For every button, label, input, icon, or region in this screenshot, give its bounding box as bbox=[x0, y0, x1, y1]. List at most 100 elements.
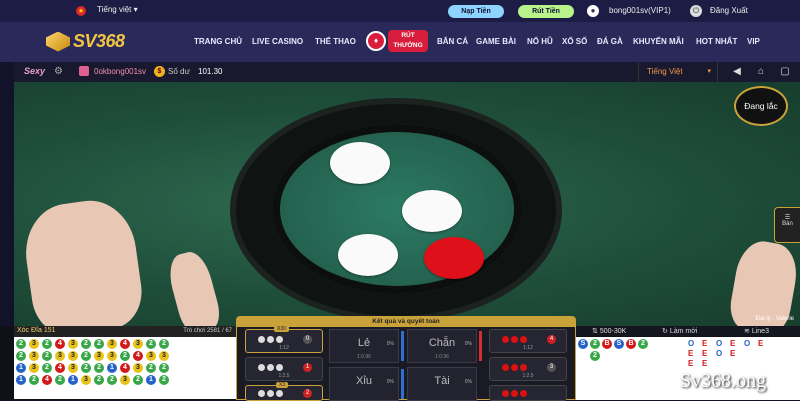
dealer-thumb bbox=[164, 248, 224, 326]
bead-result: 3 bbox=[68, 339, 78, 349]
nav-item-vip[interactable]: VIP bbox=[747, 37, 760, 46]
bet-two-white[interactable]: X3 2 bbox=[245, 382, 323, 401]
logout-link[interactable]: Đăng Xuất bbox=[710, 6, 748, 15]
bead-result: 2 bbox=[146, 339, 156, 349]
nav-item-home[interactable]: TRANG CHỦ bbox=[194, 37, 242, 46]
nav-item-fishing[interactable]: BẮN CÁ bbox=[437, 37, 468, 46]
dealer-name: Đại lý : Valerie bbox=[755, 316, 794, 322]
odd-even-marker: E bbox=[688, 349, 694, 358]
home-icon[interactable]: ⌂ bbox=[755, 66, 767, 78]
live-video-stream: Đang lắc ☰ Bàn Đại lý : Valerie bbox=[14, 82, 800, 326]
site-watermark: Sv368.ong bbox=[680, 370, 767, 392]
big-road-result: 2 bbox=[590, 339, 600, 349]
bead-result: 2 bbox=[94, 375, 104, 385]
nav-item-hot[interactable]: HOT NHẤT bbox=[696, 37, 737, 46]
bet-even[interactable]: 0% Chẵn 1:0.96 bbox=[407, 329, 477, 363]
logo-text: SV368 bbox=[73, 31, 125, 51]
nav-item-card-games[interactable]: GAME BÀI bbox=[476, 37, 516, 46]
odd-even-marker: E bbox=[688, 359, 694, 368]
bead-result: 2 bbox=[94, 363, 104, 373]
bet-small[interactable]: 0% Xỉu bbox=[329, 367, 399, 401]
bead-result: 3 bbox=[29, 351, 39, 361]
bet-odds: 1:12 bbox=[523, 345, 533, 351]
bead-result: 2 bbox=[42, 351, 52, 361]
deposit-button[interactable]: Nạp Tiền bbox=[448, 5, 504, 18]
site-logo[interactable]: SV368 bbox=[46, 31, 125, 52]
bead-result: 3 bbox=[133, 339, 143, 349]
odd-even-marker: O bbox=[716, 339, 723, 348]
bet-ratio-bar bbox=[479, 331, 482, 361]
odd-even-marker: O bbox=[716, 349, 723, 358]
bet-odds: 1:2.5 bbox=[278, 373, 290, 379]
bet-odd[interactable]: 0% Lẻ 1:0.96 bbox=[329, 329, 399, 363]
bead-result: 1 bbox=[16, 375, 26, 385]
withdraw-button[interactable]: Rút Tiền bbox=[518, 5, 574, 18]
room-name: Xóc Đĩa 151 bbox=[17, 327, 56, 334]
refresh-button[interactable]: ↻ Làm mới bbox=[662, 327, 697, 335]
nav-item-cockfight[interactable]: ĐÁ GÀ bbox=[597, 37, 623, 46]
odd-even-marker: E bbox=[730, 349, 736, 358]
chevron-down-icon: ▾ bbox=[133, 5, 138, 14]
bead-result: 3 bbox=[159, 351, 169, 361]
bet-two-red[interactable] bbox=[489, 385, 567, 401]
balance-label: Số dư bbox=[168, 67, 190, 76]
logout-icon[interactable]: ⏻ bbox=[690, 5, 702, 17]
bet-count-badge: 1 bbox=[303, 363, 312, 372]
bet-count-badge: 2 bbox=[303, 389, 312, 398]
bet-three-white[interactable]: 1 1:2.5 bbox=[245, 357, 323, 381]
bead-result: 2 bbox=[81, 339, 91, 349]
bet-percent: 0% bbox=[464, 379, 472, 385]
gear-icon[interactable]: ⚙ bbox=[54, 66, 63, 77]
game-header-bar: Sexy ⚙ 0okbong001sv $ Số dư 101.30 Tiếng… bbox=[14, 62, 800, 82]
bead-result: 2 bbox=[107, 375, 117, 385]
bead-result: 2 bbox=[81, 363, 91, 373]
game-language-select[interactable]: Tiếng Việt ▾ bbox=[638, 62, 718, 82]
big-road-result: B bbox=[602, 339, 612, 349]
disc-white bbox=[402, 190, 462, 232]
nav-item-sports[interactable]: THỂ THAO bbox=[315, 37, 356, 46]
bet-big[interactable]: 0% Tài bbox=[407, 367, 477, 401]
bet-count-badge: 3 bbox=[547, 363, 556, 372]
bet-three-red[interactable]: 3 1:2.5 bbox=[489, 357, 567, 381]
bead-result: 2 bbox=[120, 351, 130, 361]
multiplier-badge: X30 bbox=[274, 326, 289, 332]
dealer-right-hand bbox=[726, 237, 800, 326]
user-icon bbox=[79, 66, 89, 76]
disc-white bbox=[338, 234, 398, 276]
chevron-down-icon: ▾ bbox=[707, 68, 711, 75]
big-road-result: 2 bbox=[638, 339, 648, 349]
bead-road: 2324322343222323323324331324322143221242… bbox=[14, 337, 236, 399]
bead-result: 1 bbox=[107, 363, 117, 373]
bet-four-red[interactable]: 4 1:12 bbox=[489, 329, 567, 353]
bet-limit[interactable]: ⇅ 500-30K bbox=[592, 327, 626, 335]
dealer-left-hand bbox=[19, 194, 147, 326]
bead-result: 3 bbox=[55, 351, 65, 361]
nav-item-lottery[interactable]: XỔ SỐ bbox=[562, 37, 587, 46]
odd-even-marker: E bbox=[702, 359, 708, 368]
dice-bowl-plate bbox=[272, 124, 522, 294]
bead-result: 4 bbox=[42, 375, 52, 385]
bet-odds: 1:0.96 bbox=[357, 354, 371, 360]
bead-result: 4 bbox=[120, 363, 130, 373]
nav-item-slots[interactable]: NỔ HŨ bbox=[527, 37, 553, 46]
bet-odds: 1:2.5 bbox=[522, 373, 534, 379]
player-username: 0okbong001sv bbox=[94, 67, 147, 76]
nav-item-promotions[interactable]: KHUYẾN MÃI bbox=[633, 37, 684, 46]
vietnam-flag-icon: ★ bbox=[76, 6, 86, 16]
table-side-tab[interactable]: ☰ Bàn bbox=[774, 207, 800, 243]
fullscreen-icon[interactable]: ▢ bbox=[779, 66, 791, 78]
bead-result: 3 bbox=[120, 375, 130, 385]
volume-icon[interactable]: ◀ bbox=[731, 66, 743, 78]
language-selector[interactable]: Tiếng việt ▾ bbox=[97, 5, 138, 14]
table-info-bar: ⇅ 500-30K ↻ Làm mới ≋ Line3 bbox=[576, 326, 800, 336]
bead-result: 2 bbox=[55, 375, 65, 385]
nav-item-live-casino[interactable]: LIVE CASINO bbox=[252, 37, 303, 46]
bead-result: 2 bbox=[42, 339, 52, 349]
user-account-link[interactable]: bong001sv(VIP1) bbox=[609, 6, 671, 15]
bet-four-white[interactable]: X30 0 1:12 bbox=[245, 326, 323, 353]
odd-even-marker: E bbox=[758, 339, 764, 348]
promo-withdraw-badge[interactable]: ♦ RÚT THƯỞNG bbox=[366, 27, 428, 55]
line-selector[interactable]: ≋ Line3 bbox=[744, 327, 769, 335]
bead-result: 3 bbox=[81, 375, 91, 385]
balance-value: 101.30 bbox=[198, 67, 223, 76]
